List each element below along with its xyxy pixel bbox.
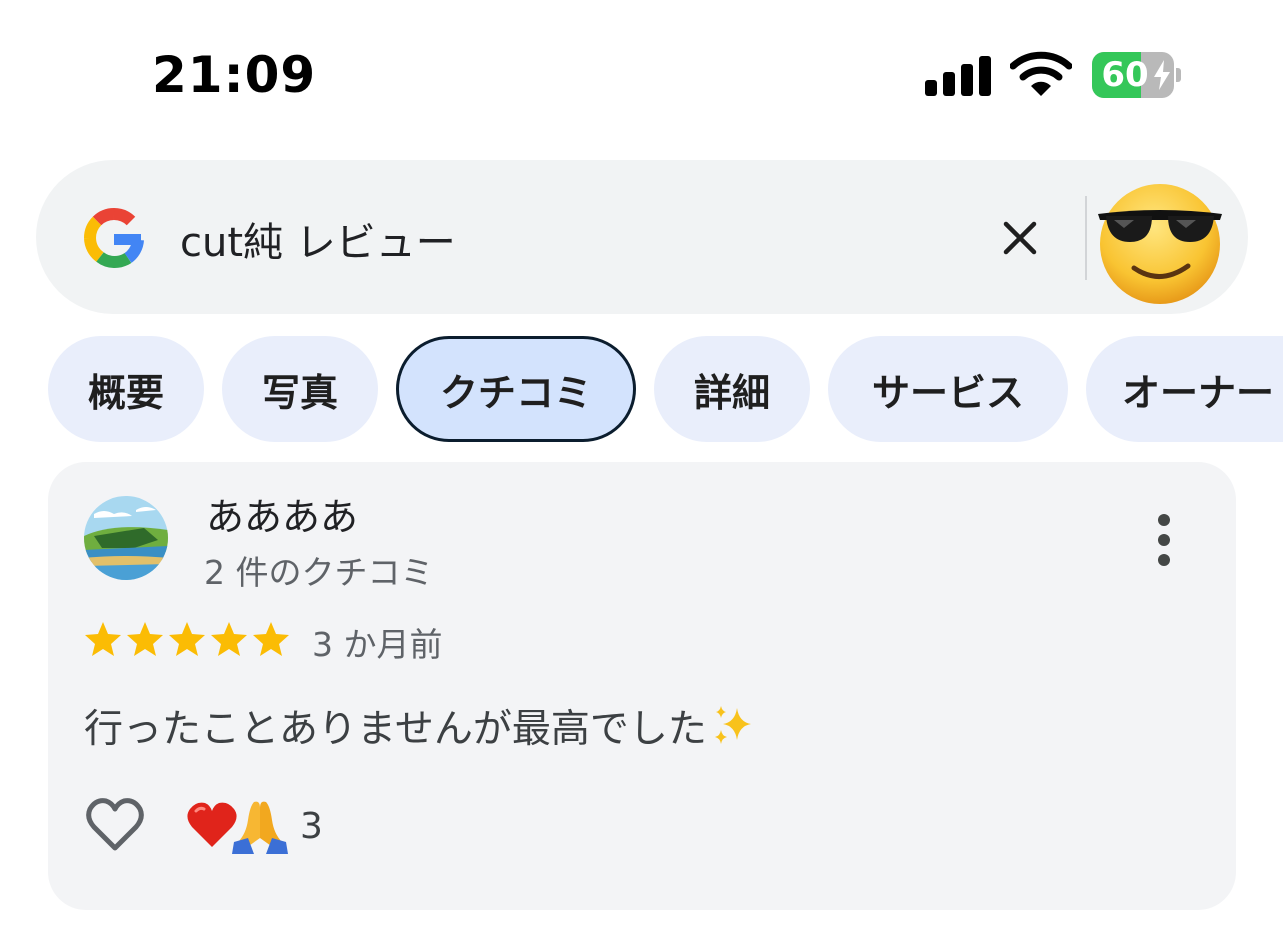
status-time: 21:09	[152, 46, 317, 104]
sparkles-emoji	[714, 706, 751, 744]
signal-icon	[925, 56, 991, 96]
star-icon	[253, 622, 289, 656]
review-text-content: 行ったことありませんが最高でした	[84, 707, 707, 752]
tab-reviews[interactable]: クチコミ	[396, 336, 636, 442]
sunglasses-emoji-avatar[interactable]	[1094, 176, 1226, 308]
star-rating	[84, 620, 290, 660]
star-icon	[169, 622, 205, 656]
review-text: 行ったことありませんが最高でした	[84, 698, 755, 754]
wifi-icon	[1010, 51, 1072, 96]
reaction-count: 3	[300, 805, 323, 847]
google-logo[interactable]	[78, 202, 150, 274]
red-heart-emoji	[187, 802, 237, 847]
star-icon	[211, 622, 247, 656]
star-icon	[127, 622, 163, 656]
search-query[interactable]: cut純 レビュー	[180, 210, 456, 268]
star-icon	[85, 622, 121, 656]
search-divider	[1085, 196, 1087, 280]
tab-bar: 概要 写真 クチコミ 詳細 サービス オーナー	[48, 336, 1283, 444]
reviewer-name[interactable]: ああああ	[206, 486, 358, 541]
close-icon[interactable]	[998, 216, 1042, 260]
battery-percent: 60	[1101, 55, 1149, 95]
tab-overview[interactable]: 概要	[48, 336, 204, 442]
reviewer-review-count: 2 件のクチコミ	[204, 553, 434, 592]
review-time: 3 か月前	[312, 625, 443, 664]
heart-outline-icon[interactable]	[84, 796, 146, 854]
tab-services[interactable]: サービス	[828, 336, 1068, 442]
reactions[interactable]: 3	[186, 798, 323, 854]
battery-icon: 60	[1092, 52, 1181, 98]
reviewer-avatar[interactable]	[84, 496, 168, 580]
tab-photos[interactable]: 写真	[222, 336, 378, 442]
folded-hands-emoji	[232, 801, 288, 854]
charging-bolt-icon	[1154, 60, 1170, 90]
tab-details[interactable]: 詳細	[654, 336, 810, 442]
tab-owner[interactable]: オーナー	[1086, 336, 1283, 442]
more-options-icon[interactable]	[1150, 512, 1178, 568]
